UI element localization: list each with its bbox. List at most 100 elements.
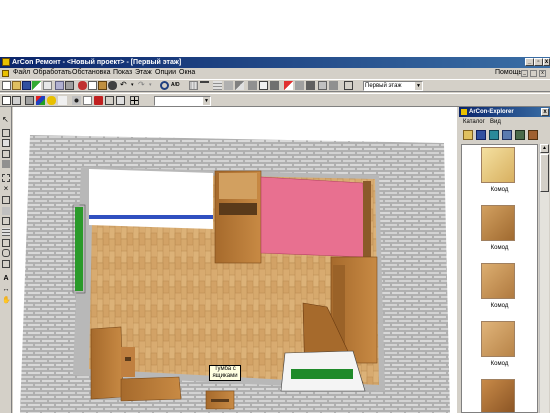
menu-floor[interactable]: Этаж xyxy=(135,69,152,76)
tooltip-line-2: ящиками xyxy=(212,373,238,379)
menu-furnishing[interactable]: Обстановка xyxy=(72,69,110,76)
area-tool-icon[interactable] xyxy=(2,174,10,182)
cut-icon[interactable] xyxy=(78,81,87,90)
explorer-menu-view[interactable]: Вид xyxy=(490,117,501,127)
floor-tool-icon[interactable] xyxy=(2,228,10,236)
copy-icon[interactable] xyxy=(88,81,97,90)
3d-viewport[interactable]: Тумба с ящиками xyxy=(13,107,457,413)
explorer-menu-catalog[interactable]: Каталог xyxy=(463,117,485,127)
text-icon[interactable] xyxy=(306,81,315,90)
open-icon[interactable] xyxy=(12,81,21,90)
window-icon[interactable] xyxy=(259,81,268,90)
print-preview-icon[interactable] xyxy=(55,81,64,90)
section-icon[interactable] xyxy=(329,81,338,90)
dimension-icon[interactable] xyxy=(295,81,304,90)
camera-icon[interactable] xyxy=(25,96,34,105)
new-icon[interactable] xyxy=(2,81,11,90)
catalog-item[interactable] xyxy=(462,377,537,412)
ceiling-tool-icon[interactable] xyxy=(2,217,10,225)
column-tool-icon[interactable] xyxy=(2,207,10,215)
hatch-icon[interactable] xyxy=(213,81,222,90)
door-icon[interactable] xyxy=(270,81,279,90)
room-tool-icon[interactable] xyxy=(2,139,10,147)
delete-tool-icon[interactable]: × xyxy=(2,185,10,193)
title-bar[interactable]: ArCon Ремонт - <Новый проект> - [Первый … xyxy=(0,57,550,68)
navigate-icon[interactable] xyxy=(130,96,139,105)
light-icon[interactable] xyxy=(47,96,56,105)
folder-icon[interactable] xyxy=(463,130,473,140)
catalog-item[interactable]: Комод xyxy=(462,145,537,201)
frame-icon[interactable] xyxy=(105,96,114,105)
roof-tool-icon[interactable] xyxy=(2,239,10,247)
mdi-close-button[interactable]: x xyxy=(539,70,546,77)
explorer-scrollbar[interactable]: ▲ xyxy=(539,144,549,413)
dimension-tool-icon[interactable]: ↔ xyxy=(2,286,10,294)
fit-view-icon[interactable] xyxy=(116,96,125,105)
window-title: ArCon Ремонт - <Новый проект> - [Первый … xyxy=(12,59,182,66)
window-tool-icon[interactable] xyxy=(2,150,10,158)
stairs-tool-icon[interactable] xyxy=(2,196,10,204)
material-icon[interactable] xyxy=(528,130,538,140)
close-button[interactable]: x xyxy=(543,58,550,66)
menu-windows[interactable]: Окна xyxy=(179,69,195,76)
zoom-all-icon[interactable]: A/D xyxy=(171,81,185,90)
catalog-icon[interactable] xyxy=(476,130,486,140)
view-3d-icon[interactable] xyxy=(12,96,21,105)
walk-icon[interactable] xyxy=(72,96,81,105)
left-toolbar: ↖ × A ↔ ✋ xyxy=(0,107,12,413)
color-icon[interactable] xyxy=(284,81,293,90)
large-icons-view-icon[interactable] xyxy=(489,130,499,140)
explorer-close-button[interactable]: x xyxy=(541,108,549,116)
floor-select[interactable]: Первый этаж ▼ xyxy=(363,81,423,91)
delete-icon[interactable] xyxy=(108,81,117,90)
fly-icon[interactable] xyxy=(83,96,92,105)
scroll-up-icon[interactable]: ▲ xyxy=(540,144,549,153)
list-view-icon[interactable] xyxy=(515,130,525,140)
menu-help[interactable]: Помощь xyxy=(495,69,522,76)
explorer-title-bar[interactable]: ArCon-Explorer x xyxy=(459,107,550,117)
record-icon[interactable] xyxy=(94,96,103,105)
catalog-item[interactable]: Комод xyxy=(462,319,537,375)
minimize-button[interactable]: _ xyxy=(525,58,534,66)
hand-tool-icon[interactable]: ✋ xyxy=(2,297,11,305)
restore-button[interactable]: ▫ xyxy=(534,58,543,66)
undo-icon[interactable]: ↶ xyxy=(120,81,129,90)
sun-icon[interactable] xyxy=(58,96,67,105)
door-tool-icon[interactable] xyxy=(2,160,10,168)
small-icons-view-icon[interactable] xyxy=(502,130,512,140)
document-icon[interactable] xyxy=(2,70,9,77)
menu-edit[interactable]: Обработать xyxy=(33,69,72,76)
plan-icon[interactable] xyxy=(318,81,327,90)
view-2d-icon[interactable] xyxy=(2,96,11,105)
mdi-restore-button[interactable] xyxy=(530,70,537,77)
redo-icon[interactable]: ↷ xyxy=(138,81,147,90)
menu-view[interactable]: Показ xyxy=(113,69,132,76)
roof-icon[interactable] xyxy=(235,81,244,90)
stairs-icon[interactable] xyxy=(248,81,257,90)
mdi-minimize-button[interactable]: _ xyxy=(521,70,528,77)
dormer-tool-icon[interactable] xyxy=(2,249,10,257)
ceiling-icon[interactable] xyxy=(224,81,233,90)
floor-manager-icon[interactable] xyxy=(344,81,353,90)
document-icon[interactable] xyxy=(43,81,52,90)
view-select[interactable]: ▼ xyxy=(154,96,211,106)
zoom-icon[interactable] xyxy=(160,81,169,90)
select-arrow-icon[interactable]: ↖ xyxy=(2,116,10,124)
tooltip-line-1: Тумба с xyxy=(214,366,236,372)
menu-file[interactable]: Файл xyxy=(13,69,30,76)
wall-icon[interactable] xyxy=(200,81,209,90)
wall-tool-icon[interactable] xyxy=(2,129,10,137)
paste-icon[interactable] xyxy=(98,81,107,90)
text-tool-icon[interactable]: A xyxy=(2,275,10,283)
redo-dropdown-icon[interactable]: ▾ xyxy=(149,81,158,90)
menu-options[interactable]: Опции xyxy=(155,69,176,76)
print-icon[interactable] xyxy=(65,81,74,90)
render-icon[interactable] xyxy=(36,96,45,105)
wizard-icon[interactable] xyxy=(32,81,41,90)
scroll-thumb[interactable] xyxy=(540,154,549,192)
grid-icon[interactable] xyxy=(189,81,198,90)
catalog-item[interactable]: Комод xyxy=(462,261,537,317)
chimney-tool-icon[interactable] xyxy=(2,260,10,268)
catalog-item[interactable]: Комод xyxy=(462,203,537,259)
save-icon[interactable] xyxy=(22,81,31,90)
